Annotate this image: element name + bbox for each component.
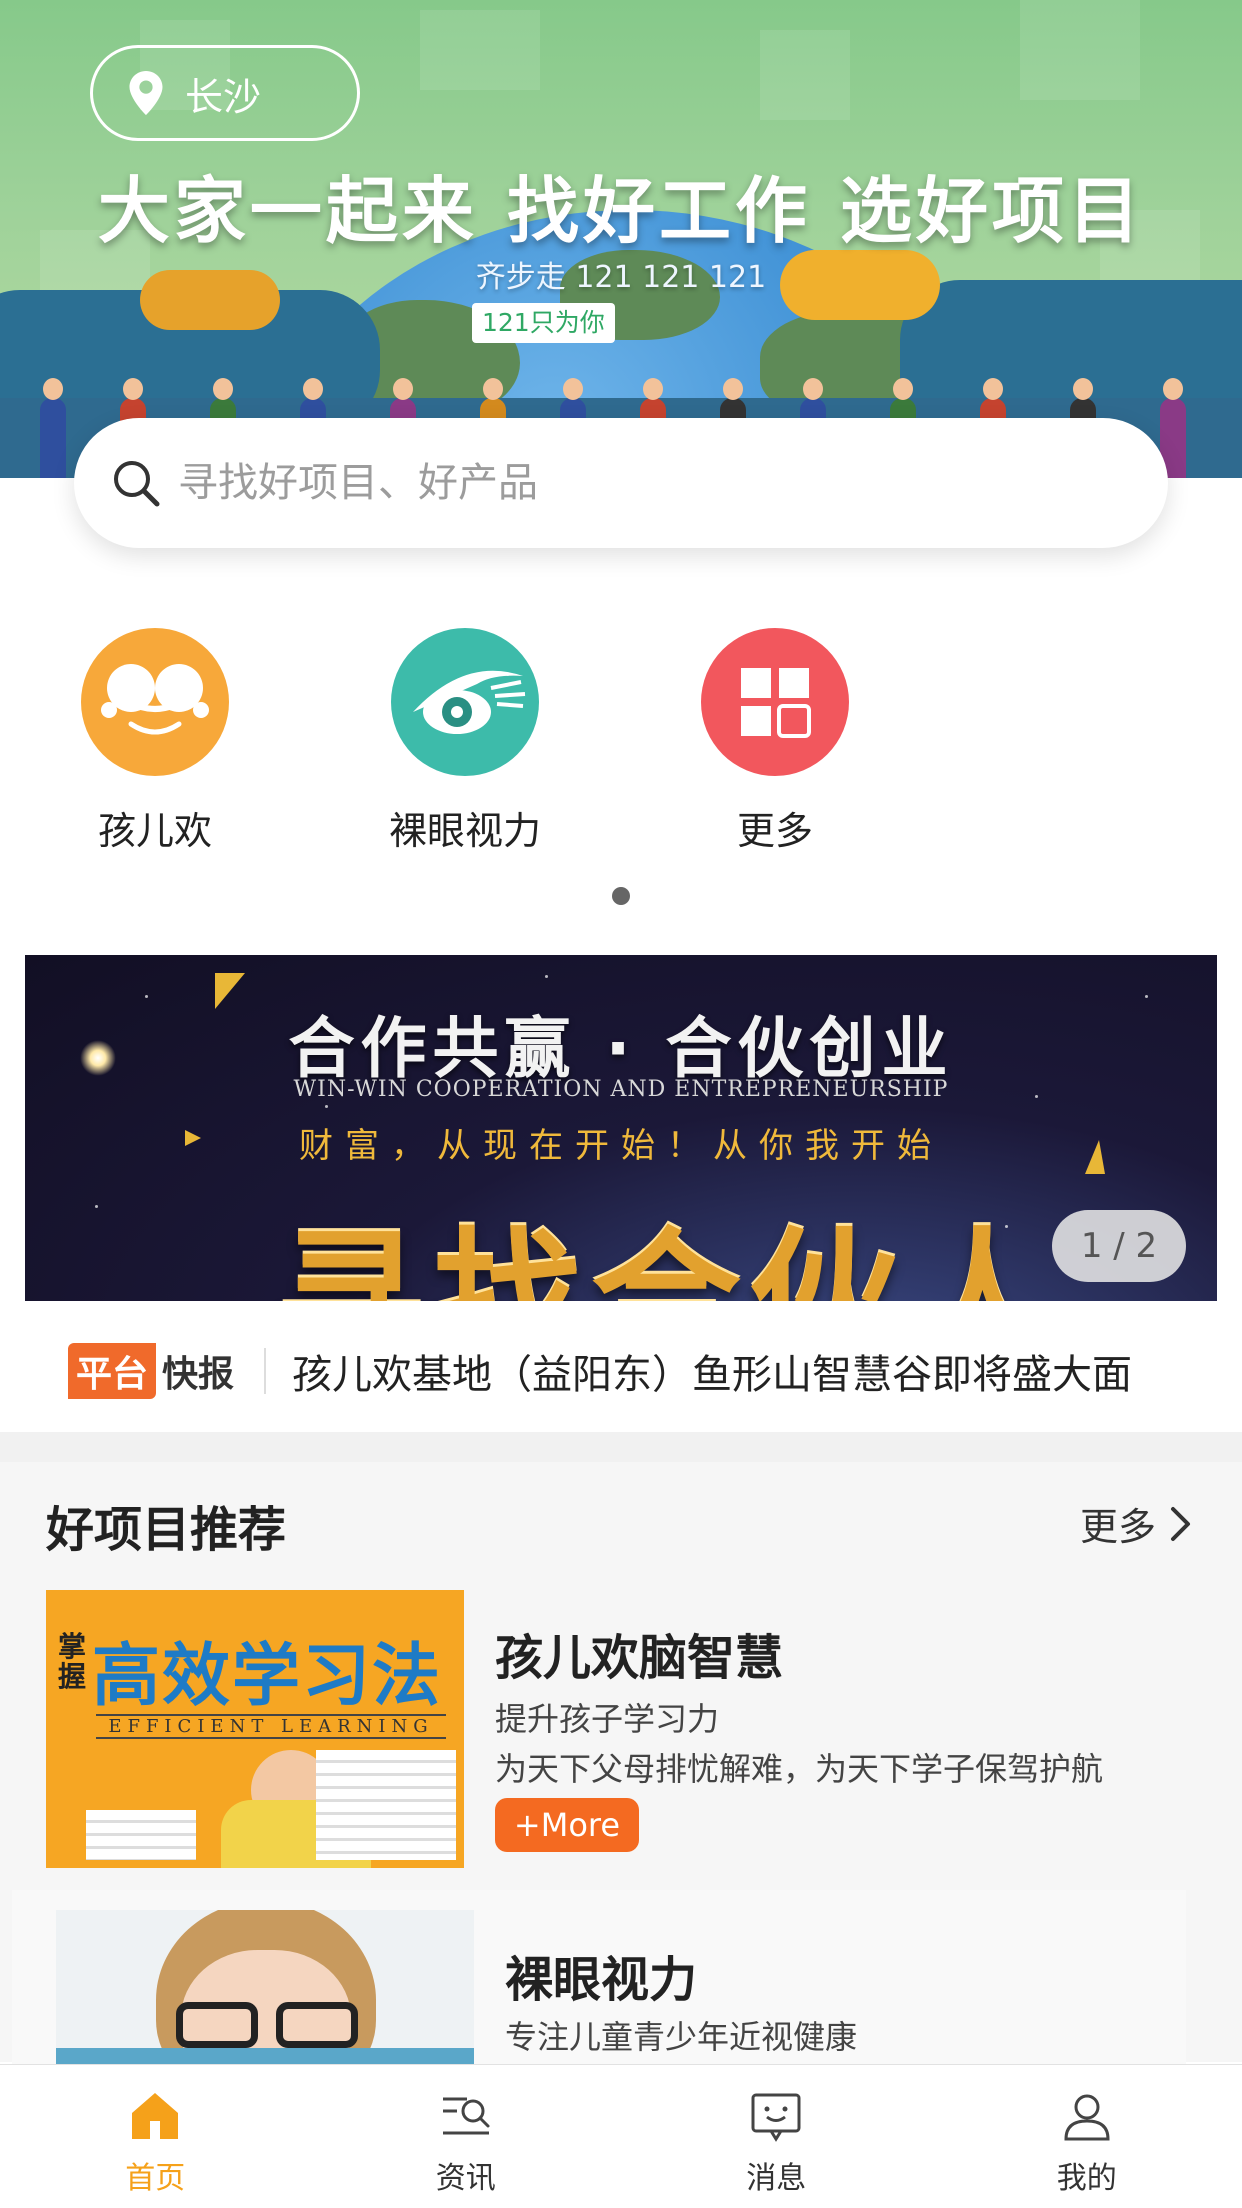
tab-home[interactable]: 首页 [0, 2065, 311, 2208]
image-text-small: 掌握 [58, 1630, 87, 1693]
search-bar[interactable] [74, 418, 1168, 548]
category-luoyan-shili[interactable]: 裸眼视力 [370, 628, 560, 855]
project-desc: 专注儿童青少年近视健康 [505, 2018, 858, 2056]
ticker-text[interactable]: 孩儿欢基地（益阳东）鱼形山智慧谷即将盛大面 [292, 1342, 1172, 1400]
message-icon [751, 2093, 801, 2142]
project-name[interactable]: 裸眼视力 [505, 1940, 697, 2010]
image-text: 高效学习法 [92, 1637, 443, 1716]
banner-big-text: 寻找合伙人 [275, 1180, 1065, 1301]
platform-news-tag: 平台 快报 [68, 1343, 234, 1399]
banner-slogan: 财富，从现在开始！从你我开始 [299, 1126, 943, 1166]
image-text-en: EFFICIENT LEARNING [96, 1714, 446, 1739]
search-input[interactable] [178, 460, 1078, 506]
tab-label: 消息 [746, 2161, 807, 2196]
tag-platform: 平台 [68, 1343, 157, 1399]
promo-banner[interactable]: 合作共赢 · 合伙创业 WIN-WIN COOPERATION AND ENTR… [25, 955, 1217, 1301]
bottom-tab-bar: 首页 资讯 消息 我的 [0, 2064, 1242, 2208]
section-title: 好项目推荐 [46, 1502, 287, 1558]
more-label: 更多 [1080, 1505, 1157, 1549]
tag-news: 快报 [162, 1354, 235, 1395]
category-more[interactable]: 更多 [680, 628, 870, 855]
hero-badge: 121只为你 [472, 303, 615, 343]
tab-label: 首页 [125, 2161, 186, 2196]
hero-title: 大家一起来 找好工作 选好项目 [97, 169, 1145, 253]
project-desc: 提升孩子学习力 [495, 1700, 720, 1738]
project-name[interactable]: 孩儿欢脑智慧 [495, 1618, 783, 1688]
chevron-right-icon [1171, 1506, 1191, 1541]
category-haierhuan[interactable]: 孩儿欢 [60, 628, 250, 855]
location-selector[interactable]: 长沙 [90, 45, 360, 141]
more-button[interactable]: +More [495, 1798, 639, 1852]
tab-label: 资讯 [435, 2161, 496, 2196]
divider [264, 1348, 267, 1394]
location-pin-icon [129, 71, 163, 115]
project-image[interactable] [56, 1910, 474, 2064]
tab-label: 我的 [1056, 2161, 1117, 2196]
home-icon [132, 2093, 179, 2139]
search-icon [114, 461, 160, 507]
banner-subtitle-en: WIN-WIN COOPERATION AND ENTREPRENEURSHIP [293, 1077, 949, 1102]
project-image[interactable]: 掌握 高效学习法 EFFICIENT LEARNING [46, 1590, 464, 1868]
eye-icon [391, 628, 539, 776]
kid-face-icon [81, 628, 229, 776]
tab-news[interactable]: 资讯 [311, 2065, 622, 2208]
page-indicator-dot [612, 887, 630, 905]
category-label: 孩儿欢 [97, 809, 212, 853]
hero-subtitle: 齐步走 121 121 121 [475, 260, 767, 295]
news-ticker[interactable]: 平台 快报 孩儿欢基地（益阳东）鱼形山智慧谷即将盛大面 [0, 1310, 1242, 1432]
section-divider [0, 1432, 1242, 1462]
more-link[interactable]: 更多 [1080, 1496, 1194, 1551]
banner-page-counter: 1 / 2 [1052, 1210, 1186, 1282]
category-label: 更多 [736, 809, 813, 853]
news-search-icon [442, 2097, 490, 2135]
tab-messages[interactable]: 消息 [621, 2065, 932, 2208]
grid-icon [701, 628, 849, 776]
location-label: 长沙 [185, 74, 262, 119]
project-desc: 为天下父母排忧解难，为天下学子保驾护航 [495, 1750, 1104, 1788]
tab-profile[interactable]: 我的 [932, 2065, 1242, 2208]
profile-icon [1064, 2094, 1110, 2141]
category-label: 裸眼视力 [388, 809, 541, 853]
